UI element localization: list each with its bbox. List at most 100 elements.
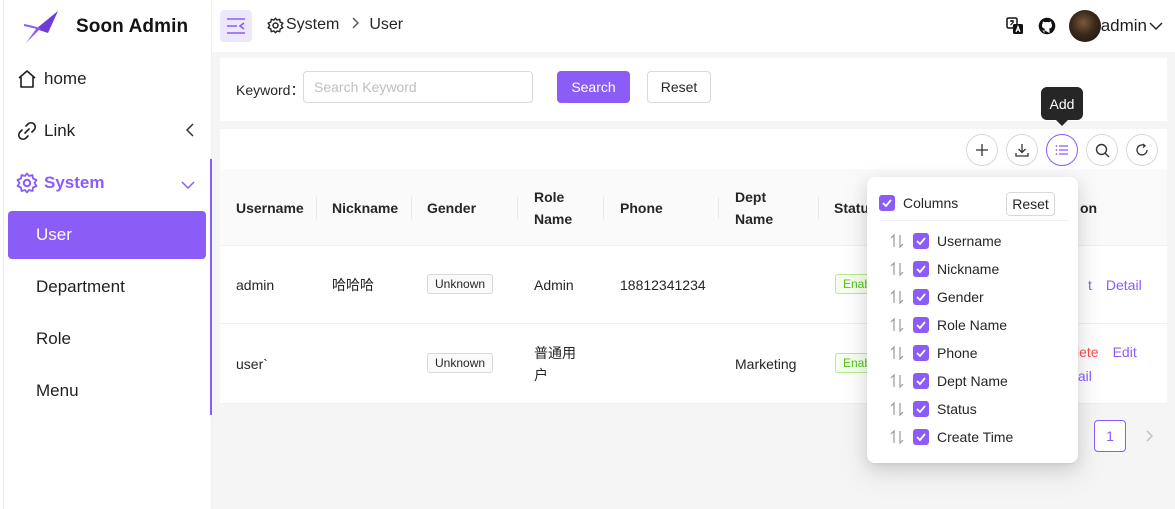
sidebar-subitem-label: Role: [36, 329, 71, 348]
edit-link[interactable]: t: [1088, 274, 1092, 296]
column-checkbox[interactable]: [913, 233, 929, 249]
column-header-gender[interactable]: Gender: [427, 169, 476, 246]
github-icon[interactable]: [1037, 16, 1057, 36]
breadcrumb-user: User: [369, 16, 404, 33]
column-header-role-name[interactable]: Role Name: [534, 169, 572, 246]
column-option[interactable]: Role Name: [889, 313, 1007, 337]
link-icon: [16, 120, 38, 142]
cell-role: Admin: [534, 277, 574, 293]
sidebar-item-home[interactable]: home: [8, 55, 206, 103]
avatar[interactable]: [1068, 10, 1101, 42]
column-header-operation[interactable]: on: [1080, 169, 1097, 246]
sidebar-item-department[interactable]: Department: [8, 263, 206, 311]
app-logo[interactable]: Soon Admin: [22, 8, 188, 46]
drag-handle-icon[interactable]: [889, 233, 905, 249]
column-header-dept-name[interactable]: Dept Name: [735, 169, 773, 246]
column-option-label: Status: [937, 401, 977, 417]
search-button[interactable]: Search: [557, 71, 630, 103]
drag-handle-icon[interactable]: [889, 345, 905, 361]
column-option[interactable]: Gender: [889, 285, 984, 309]
gender-tag: Unknown: [427, 353, 494, 373]
column-option[interactable]: Status: [889, 397, 977, 421]
chevron-left-icon: [184, 122, 196, 143]
plus-icon: [976, 144, 988, 156]
check-icon: [916, 293, 926, 301]
sidebar-item-system[interactable]: System: [8, 159, 206, 207]
cell-ops: lete Edit: [1076, 341, 1137, 363]
user-name[interactable]: admin: [1101, 16, 1147, 36]
tooltip-arrow: [1056, 120, 1068, 126]
drag-handle-icon[interactable]: [889, 373, 905, 389]
drag-handle-icon[interactable]: [889, 317, 905, 333]
check-icon: [916, 321, 926, 329]
detail-link[interactable]: Detail: [1106, 274, 1142, 296]
column-option[interactable]: Username: [889, 229, 1002, 253]
column-checkbox[interactable]: [913, 317, 929, 333]
keyword-input[interactable]: [303, 71, 533, 103]
column-checkbox[interactable]: [913, 401, 929, 417]
column-checkbox[interactable]: [913, 345, 929, 361]
columns-reset-button[interactable]: Reset: [1006, 192, 1055, 216]
export-button[interactable]: [1006, 134, 1038, 166]
breadcrumb-system[interactable]: System: [286, 16, 339, 34]
next-page-icon[interactable]: [1142, 429, 1156, 443]
column-option[interactable]: Nickname: [889, 257, 999, 281]
column-header-status[interactable]: Statu: [834, 169, 869, 246]
column-header-username[interactable]: Username: [236, 169, 304, 246]
page-number-button[interactable]: 1: [1094, 420, 1126, 452]
add-button[interactable]: [966, 134, 998, 166]
sidebar-item-user[interactable]: User: [8, 211, 206, 259]
column-header-nickname[interactable]: Nickname: [332, 169, 398, 246]
drag-handle-icon[interactable]: [889, 261, 905, 277]
column-checkbox[interactable]: [913, 261, 929, 277]
toggle-search-button[interactable]: [1086, 134, 1118, 166]
column-checkbox[interactable]: [913, 289, 929, 305]
drag-handle-icon[interactable]: [889, 401, 905, 417]
chevron-down-icon[interactable]: [1149, 18, 1163, 34]
sidebar-item-role[interactable]: Role: [8, 315, 206, 363]
sidebar-item-menu[interactable]: Menu: [8, 367, 206, 415]
menu-fold-icon: [227, 18, 245, 34]
column-option[interactable]: Dept Name: [889, 369, 1008, 393]
popover-title: Columns: [903, 194, 959, 211]
column-option-label: Create Time: [937, 429, 1014, 445]
sidebar-item-link[interactable]: Link: [8, 107, 206, 155]
search-panel: Keyword： Search Reset: [220, 58, 1167, 121]
sidebar-item-label: System: [44, 173, 105, 192]
column-checkbox[interactable]: [913, 429, 929, 445]
cell-gender: Unknown: [427, 353, 494, 373]
sidebar: Soon Admin home Link System User Departm…: [0, 0, 212, 509]
column-checkbox[interactable]: [913, 373, 929, 389]
chevron-down-icon: [180, 176, 196, 196]
column-header-phone[interactable]: Phone: [620, 169, 663, 246]
menu-collapse-button[interactable]: [220, 10, 252, 42]
sidebar-subitem-label: Department: [36, 277, 125, 296]
check-icon: [916, 433, 926, 441]
top-header: System User admin: [212, 0, 1175, 52]
cell-ops: t Detail: [1088, 274, 1142, 296]
refresh-icon: [1136, 143, 1148, 156]
cell-nickname: 哈哈哈: [332, 277, 374, 293]
cell-role: 普通用户: [534, 345, 576, 383]
drag-handle-icon[interactable]: [889, 289, 905, 305]
column-option[interactable]: Create Time: [889, 425, 1013, 449]
home-icon: [16, 68, 38, 90]
column-settings-button[interactable]: [1046, 134, 1078, 166]
cell-username: user`: [236, 356, 268, 372]
download-icon: [1015, 144, 1029, 157]
cell-phone: 18812341234: [620, 277, 706, 293]
setting-icon: [267, 16, 284, 34]
column-option[interactable]: Phone: [889, 341, 977, 365]
delete-link[interactable]: lete: [1076, 341, 1099, 363]
header-actions: admin: [1005, 10, 1163, 42]
reset-button[interactable]: Reset: [647, 71, 711, 103]
sidebar-item-label: Link: [44, 121, 76, 140]
column-option-label: Role Name: [937, 317, 1008, 333]
sidebar-subitem-label: User: [36, 225, 72, 244]
refresh-button[interactable]: [1126, 134, 1158, 166]
translate-icon[interactable]: [1005, 16, 1025, 36]
select-all-checkbox[interactable]: [879, 194, 895, 211]
sidebar-edge: [3, 0, 4, 509]
drag-handle-icon[interactable]: [889, 429, 905, 445]
edit-link[interactable]: Edit: [1113, 341, 1137, 363]
